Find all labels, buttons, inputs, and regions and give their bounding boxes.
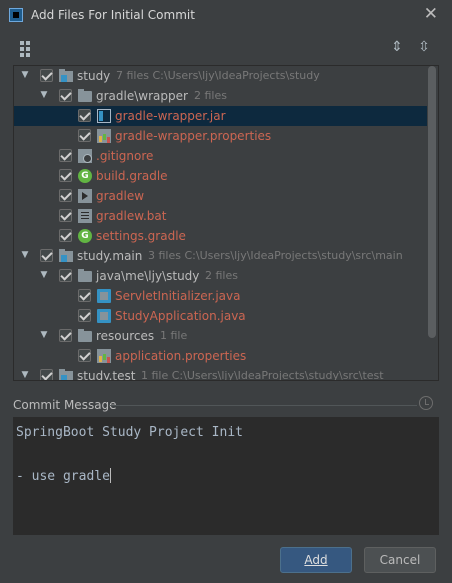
include-checkbox[interactable]: [59, 149, 72, 162]
tree-row[interactable]: StudyApplication.java: [14, 306, 427, 326]
tree-row[interactable]: .gitignore: [14, 146, 427, 166]
java-icon: [97, 289, 111, 303]
commit-message-editor[interactable]: SpringBoot Study Project Init - use gradl…: [13, 417, 439, 535]
title-bar: Add Files For Initial Commit ✕: [0, 0, 452, 31]
tree-row[interactable]: ▼ study.main 3 files C:\Users\ljy\IdeaProj…: [14, 246, 427, 266]
tree-row-label: gradle\wrapper: [96, 89, 188, 103]
folder-icon: [78, 269, 92, 282]
tree-row[interactable]: application.properties: [14, 346, 427, 366]
folder-icon: [78, 89, 92, 102]
exec-icon: [78, 189, 92, 203]
tree-row-label: build.gradle: [96, 169, 168, 183]
include-checkbox[interactable]: [78, 109, 91, 122]
tree-row-label: .gitignore: [96, 149, 154, 163]
tree-row-label: study: [77, 69, 111, 83]
tree-row-label: StudyApplication.java: [115, 309, 246, 323]
group-by-icon[interactable]: [20, 41, 36, 57]
tree-row[interactable]: gradlew: [14, 186, 427, 206]
tree-row[interactable]: Gsettings.gradle: [14, 226, 427, 246]
tree-toolbar: ⇕ ⇳: [0, 36, 452, 62]
gradle-icon: G: [78, 229, 92, 243]
commit-message-line: [16, 444, 436, 466]
tree-row-meta: 7 files C:\Users\ljy\IdeaProjects\study: [116, 69, 320, 82]
add-button[interactable]: Add: [280, 547, 352, 573]
chevron-down-icon[interactable]: ▼: [39, 330, 49, 340]
chevron-down-icon[interactable]: ▼: [39, 270, 49, 280]
tree-row-meta: 3 files C:\Users\ljy\IdeaProjects\study\…: [148, 249, 403, 262]
include-checkbox[interactable]: [59, 189, 72, 202]
git-icon: [78, 149, 92, 163]
include-checkbox[interactable]: [59, 89, 72, 102]
history-clock-icon[interactable]: [419, 396, 433, 410]
include-checkbox[interactable]: [59, 329, 72, 342]
tree-row[interactable]: gradlew.bat: [14, 206, 427, 226]
commit-message-label: Commit Message: [13, 398, 117, 412]
add-button-label: Add: [304, 553, 328, 567]
text-icon: [78, 209, 92, 223]
text-caret: [109, 468, 111, 483]
dialog-title: Add Files For Initial Commit: [31, 8, 195, 22]
chevron-down-icon[interactable]: ▼: [20, 70, 30, 80]
chevron-down-icon[interactable]: ▼: [39, 90, 49, 100]
tree-row-label: settings.gradle: [96, 229, 186, 243]
tree-row-meta: 1 file: [160, 329, 188, 342]
include-checkbox[interactable]: [59, 169, 72, 182]
tree-row-label: ServletInitializer.java: [115, 289, 241, 303]
commit-message-line: - use gradle: [16, 468, 111, 484]
include-checkbox[interactable]: [40, 249, 53, 262]
tree-row[interactable]: gradle-wrapper.properties: [14, 126, 427, 146]
include-checkbox[interactable]: [59, 209, 72, 222]
tree-row[interactable]: ▼ study.test 1 file C:\Users\ljy\IdeaProje…: [14, 366, 427, 381]
include-checkbox[interactable]: [78, 309, 91, 322]
chevron-down-icon[interactable]: ▼: [20, 370, 30, 380]
close-icon[interactable]: ✕: [424, 4, 438, 24]
java-icon: [97, 309, 111, 323]
tree-row-meta: 2 files: [194, 89, 227, 102]
tree-row[interactable]: ▼ study 7 files C:\Users\ljy\IdeaProjects\…: [14, 66, 427, 86]
tree-row[interactable]: ServletInitializer.java: [14, 286, 427, 306]
tree-row-label: gradle-wrapper.properties: [115, 129, 272, 143]
tree-row-label: java\me\ljy\study: [96, 269, 200, 283]
tree-row[interactable]: gradle-wrapper.jar: [14, 106, 427, 126]
chevron-down-icon[interactable]: ▼: [20, 250, 30, 260]
tree-row-label: gradlew: [96, 189, 145, 203]
tree-row[interactable]: ▼ gradle\wrapper 2 files: [14, 86, 427, 106]
separator: [109, 405, 417, 406]
props-icon: [97, 129, 111, 143]
include-checkbox[interactable]: [59, 269, 72, 282]
gradle-icon: G: [78, 169, 92, 183]
props-icon: [97, 349, 111, 363]
include-checkbox[interactable]: [40, 369, 53, 380]
tree-row-meta: 1 file C:\Users\ljy\IdeaProjects\study\s…: [141, 369, 384, 381]
intellij-icon: [9, 8, 23, 22]
module-icon: [59, 69, 73, 82]
include-checkbox[interactable]: [78, 349, 91, 362]
include-checkbox[interactable]: [78, 289, 91, 302]
include-checkbox[interactable]: [59, 229, 72, 242]
include-checkbox[interactable]: [40, 69, 53, 82]
tree-scrollbar[interactable]: [428, 66, 436, 338]
tree-row-meta: 2 files: [205, 269, 238, 282]
jar-icon: [97, 109, 111, 123]
tree-row-label: application.properties: [115, 349, 247, 363]
expand-all-icon[interactable]: ⇕: [388, 38, 406, 56]
tree-row-label: study.main: [77, 249, 143, 263]
cancel-button[interactable]: Cancel: [364, 547, 436, 573]
commit-message-header: Commit Message: [13, 396, 439, 414]
changes-tree: ▼ study 7 files C:\Users\ljy\IdeaProjects\…: [13, 65, 439, 381]
tree-row-label: study.test: [77, 369, 136, 381]
collapse-all-icon[interactable]: ⇳: [415, 38, 433, 56]
tree-row-label: resources: [96, 329, 155, 343]
include-checkbox[interactable]: [78, 129, 91, 142]
tree-row-label: gradlew.bat: [96, 209, 167, 223]
tree-row[interactable]: Gbuild.gradle: [14, 166, 427, 186]
tree-row[interactable]: ▼ resources 1 file: [14, 326, 427, 346]
module-icon: [59, 369, 73, 380]
folder-icon: [78, 329, 92, 342]
module-icon: [59, 249, 73, 262]
tree-row[interactable]: ▼ java\me\ljy\study 2 files: [14, 266, 427, 286]
commit-message-line: SpringBoot Study Project Init: [16, 425, 243, 440]
tree-row-label: gradle-wrapper.jar: [115, 109, 226, 123]
